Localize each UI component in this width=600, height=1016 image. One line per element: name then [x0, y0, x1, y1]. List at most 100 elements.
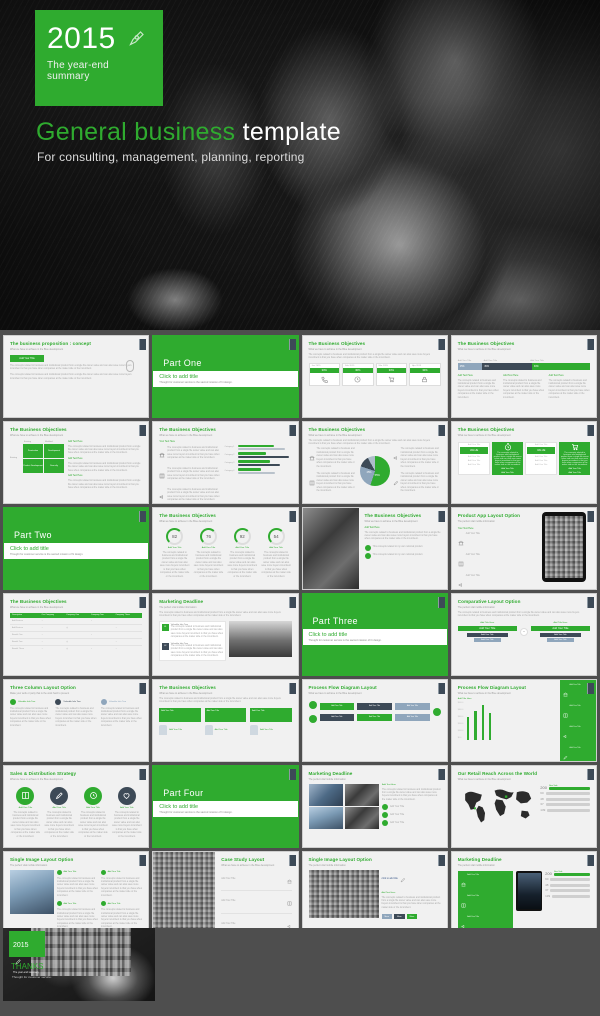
slide-thumbnail[interactable]: The Business Objectives What we have to …	[152, 679, 299, 762]
axis-label: Existing	[24, 440, 32, 443]
section-subtitle: Thought for customer service is the sacr…	[10, 553, 84, 556]
table-header-cell: Company Two	[90, 614, 104, 616]
list-head: Add Text Here	[68, 457, 83, 460]
slide-tab-marker	[139, 683, 147, 694]
slide-thumbnail[interactable]: Marketing Deadline The perfect vital mob…	[152, 593, 299, 676]
segment-label: Add Your Title	[530, 359, 544, 362]
slide-thumbnail[interactable]: The Business Objectives What we have to …	[301, 335, 448, 418]
segment-value: 30%	[531, 362, 590, 370]
list-text: The concepts related to business and ins…	[68, 480, 141, 489]
slide-thumbnail[interactable]: The Business Objectives What we have to …	[3, 593, 150, 676]
slide-title: Process Flow Diagram Layout	[308, 685, 377, 690]
bullet-text: Add Your Title	[390, 821, 405, 824]
book-icon	[16, 786, 35, 805]
segment-value: 25%	[457, 362, 483, 370]
slide-subtitle: What we have to achieve in the Blue deve…	[457, 433, 511, 437]
more-button[interactable]: More	[394, 914, 405, 920]
legend-text: The concepts related to business and ins…	[316, 448, 355, 468]
lock-icon	[410, 373, 440, 385]
slide-thumbnail[interactable]: Marketing Deadline The perfect vital mob…	[301, 765, 448, 848]
slide-title: Process Flow Diagram Layout	[457, 685, 527, 690]
bank-icon	[159, 445, 166, 463]
slide-thumbnail[interactable]: The business proposition : concept What …	[3, 335, 150, 418]
slide-thumbnail[interactable]: The Business Objectives What we have to …	[301, 507, 448, 590]
price-card: Add Your Title VALUE Add Your Title Add …	[457, 441, 491, 475]
icon-text: The concepts related to business and ins…	[112, 811, 142, 838]
column-head: Add Text Here	[548, 373, 564, 377]
donut-value: 82	[172, 533, 178, 539]
slide-thumbnail[interactable]: Product App Layout Option The perfect vi…	[450, 507, 597, 590]
section-callout: Click to add title Thought for customer …	[153, 371, 298, 387]
stat-value: 37	[545, 888, 549, 892]
axis-tick: $200.0	[457, 723, 464, 726]
table-cell: Add Feature	[12, 626, 24, 629]
more-button[interactable]: More	[381, 914, 393, 920]
bottom-strip: 2015 The year-end summary THANKS Thought…	[0, 928, 600, 1016]
flow-start-icon	[308, 700, 317, 709]
clock-icon	[343, 373, 373, 385]
slide-thumbnail[interactable]: Single Image Layout Option The perfect v…	[301, 851, 448, 934]
bar-label: Category 4	[224, 470, 235, 473]
compare-bar: Add Your Title	[457, 626, 517, 632]
icon-label: Add Your Title	[18, 806, 33, 809]
icon-label: Add Your Title	[86, 806, 100, 809]
compare-bar: Add Your Title	[539, 632, 582, 637]
axis-tick: $400.0	[457, 708, 464, 711]
slide-thumbnail[interactable]: The Business Objectives What we have to …	[152, 421, 299, 504]
slide-subtitle: What we have to achieve in the Blue deve…	[457, 777, 511, 781]
slide-tab-marker	[288, 855, 296, 866]
quadrant: Penetration	[23, 443, 43, 458]
more-button[interactable]: More	[406, 914, 418, 920]
icon-label: Add Your Title	[52, 806, 66, 809]
slide-thumbnail[interactable]: Comparative Layout Option The perfect vi…	[450, 593, 597, 676]
price-card: The concepts related to business and ins…	[559, 441, 590, 475]
book-icon	[461, 895, 466, 913]
slide-thumbnail[interactable]: Part Four Click to add title Thought for…	[152, 765, 299, 848]
image-link[interactable]: click to add title	[382, 877, 398, 880]
donut-value: 92	[239, 533, 245, 539]
slide-title: Marketing Deadline	[159, 599, 204, 604]
slide-thumbnail[interactable]: Part One Click to add title Thought for …	[152, 335, 299, 418]
column-head: Valuable Info Two	[108, 700, 127, 703]
slide-subtitle: What we have to achieve in the Blue deve…	[364, 519, 418, 523]
slide-thumbnail-final[interactable]: 2015 The year-end summary THANKS Thought…	[3, 928, 155, 1001]
slide-thumbnail[interactable]: The Business Objectives What we have to …	[3, 421, 150, 504]
bullet-text: The concepts related to business and ins…	[101, 909, 143, 928]
slide-body-text: The concepts related to business and ins…	[382, 788, 441, 801]
legend-text: The concepts related to business and ins…	[400, 448, 439, 468]
slide-thumbnail[interactable]: Sales & Distribution Strategy What we ha…	[3, 765, 150, 848]
hero-title-green: General business	[36, 118, 236, 146]
donut-metric: 76 Add Your Title The concepts related t…	[193, 527, 224, 580]
slide-subtitle: What we have to achieve in the Blue deve…	[457, 691, 511, 695]
megaphone-icon	[458, 575, 464, 590]
book-icon	[287, 893, 292, 911]
avatar	[159, 725, 168, 736]
slide-thumbnail[interactable]: The Business Objectives What we have to …	[450, 335, 597, 418]
donut-chart: 92	[233, 527, 251, 545]
slide-thumbnail[interactable]: Part Three Click to add title Thought fo…	[301, 593, 448, 676]
quadrant: Development	[44, 443, 64, 458]
slide-thumbnail[interactable]: Process Flow Diagram Layout What we have…	[301, 679, 448, 762]
avatar	[250, 725, 259, 736]
slide-thumbnail[interactable]: Marketing Deadline The perfect vital mob…	[450, 851, 597, 934]
table-header-cell: Company One	[66, 614, 80, 616]
slide-subtitle: What we have to achieve in the Blue deve…	[159, 433, 213, 437]
donut-caption: Add Your Title	[269, 546, 283, 549]
slide-thumbnail[interactable]: Single Image Layout Option The perfect v…	[3, 851, 150, 934]
donut-caption: Add Your Title	[201, 546, 216, 549]
slide-thumbnail[interactable]: The Business Objectives What we have to …	[301, 421, 448, 504]
slide-thumbnail[interactable]: Case Study Layout What we have to achiev…	[152, 851, 299, 934]
slide-title: Single Image Layout Option	[10, 857, 74, 862]
slide-thumbnail[interactable]: The Business Objectives What we have to …	[450, 421, 597, 504]
slide-title: The Business Objectives	[457, 427, 515, 432]
slide-thumbnail[interactable]: Three Column Layout Option Make your wor…	[3, 679, 150, 762]
slide-thumbnail[interactable]: Our Retail Reach Across the World What w…	[450, 765, 597, 848]
slide-title: The Business Objectives	[159, 427, 216, 432]
table-cell: Add Feature	[12, 619, 24, 622]
slide-thumbnail[interactable]: Process Flow Diagram Layout What we have…	[450, 679, 597, 762]
slide-thumbnail[interactable]: The Business Objectives What we have to …	[152, 507, 299, 590]
waterfall-bar	[474, 711, 477, 740]
slide-tab-marker	[587, 855, 594, 866]
horizontal-bar-chart: Category 1 Category 2 Category 3 Categor…	[224, 444, 292, 504]
slide-thumbnail[interactable]: Part Two Click to add title Thought for …	[3, 507, 150, 590]
